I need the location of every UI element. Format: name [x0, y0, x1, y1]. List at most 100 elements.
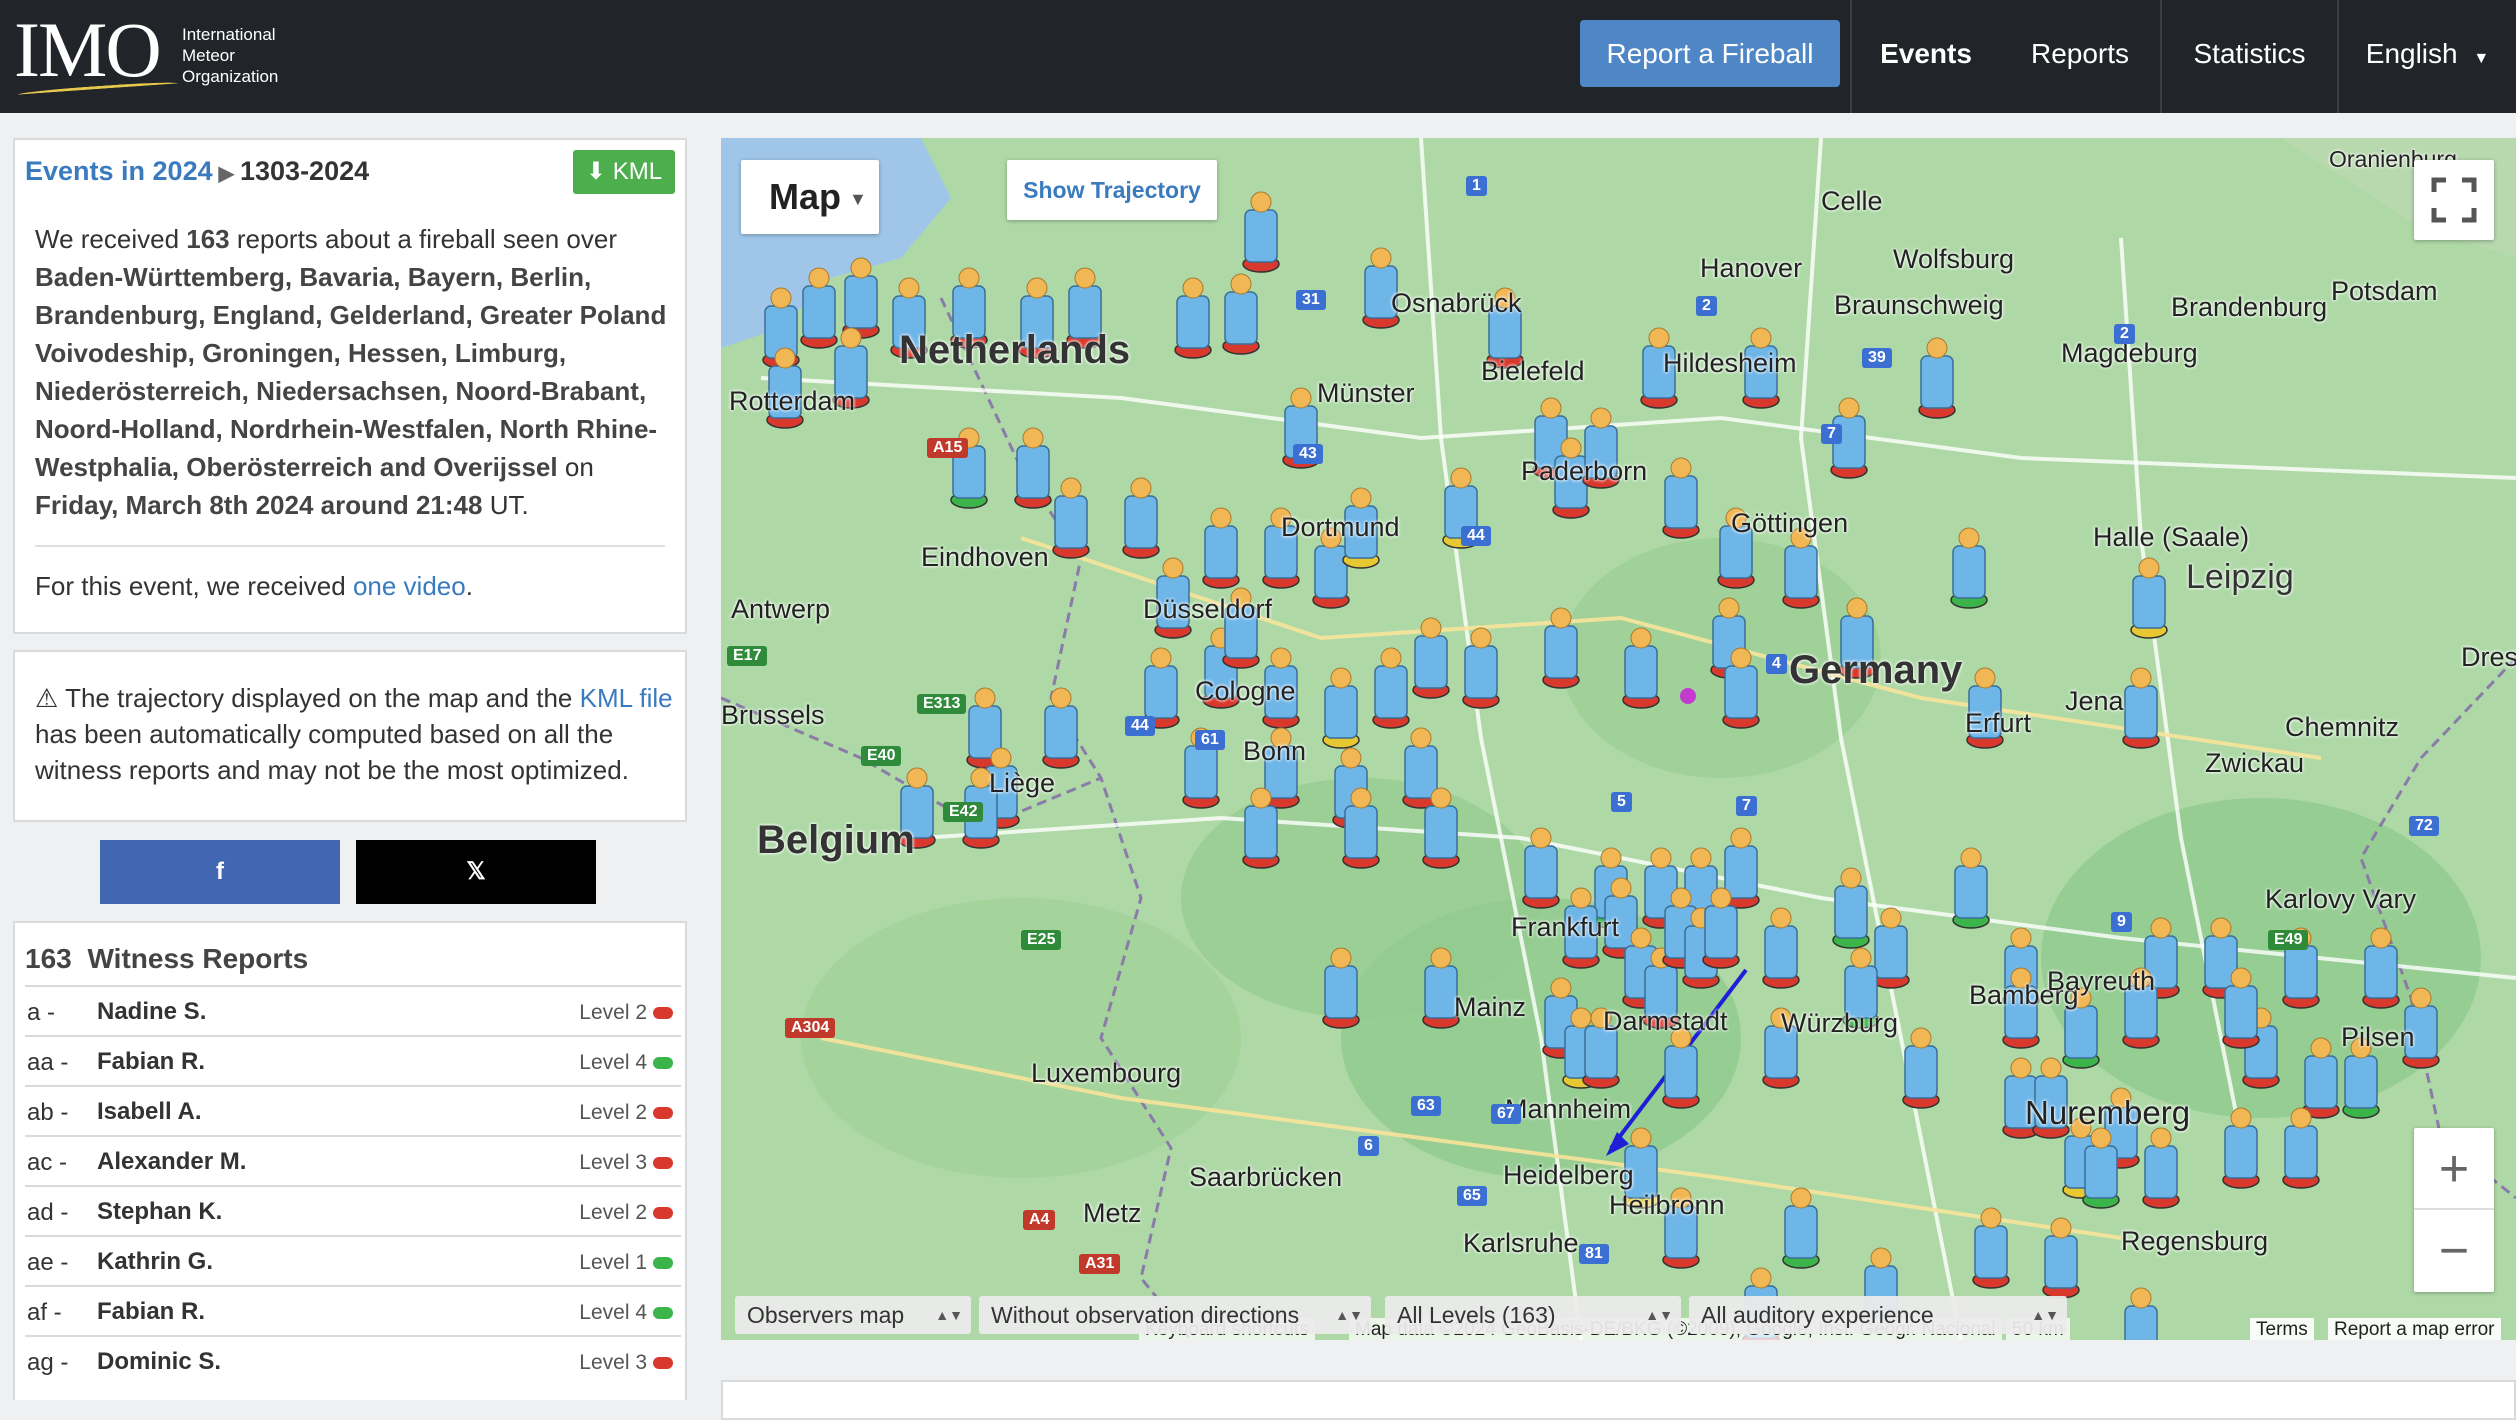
- x-share-button[interactable]: 𝕏: [356, 840, 596, 904]
- report-fireball-button[interactable]: Report a Fireball: [1580, 20, 1840, 87]
- road-shield: 67: [1491, 1104, 1521, 1124]
- observer-marker[interactable]: [1782, 1187, 1820, 1269]
- nav-statistics[interactable]: Statistics: [2162, 0, 2337, 113]
- observer-marker[interactable]: [1322, 667, 1360, 749]
- road-shield: E49: [2268, 930, 2309, 950]
- warning-text-part: The trajectory displayed on the map and …: [65, 683, 573, 713]
- observer-marker[interactable]: [2130, 557, 2168, 639]
- terms-link[interactable]: Terms: [2250, 1318, 2314, 1340]
- witness-row[interactable]: ab - Isabell A. Level 2: [25, 1085, 681, 1135]
- level-indicator-icon: [653, 1357, 673, 1369]
- observer-marker[interactable]: [1918, 337, 1956, 419]
- breadcrumb-events-link[interactable]: Events in 2024: [25, 156, 213, 186]
- zoom-in-button[interactable]: +: [2414, 1128, 2494, 1210]
- levels-select[interactable]: All Levels (163) ▲▼: [1385, 1296, 1681, 1334]
- witness-row[interactable]: ac - Alexander M. Level 3: [25, 1135, 681, 1185]
- fullscreen-button[interactable]: [2414, 160, 2494, 240]
- witness-id: ad -: [27, 1199, 69, 1226]
- map-label-city: Dortmund: [1281, 512, 1400, 542]
- map-label-city: Braunschweig: [1834, 290, 2004, 320]
- map-label-city: Nuremberg: [2025, 1094, 2191, 1131]
- map-label-city: Luxembourg: [1031, 1058, 1182, 1088]
- witness-id: ac -: [27, 1149, 68, 1176]
- map-label-city: Potsdam: [2331, 276, 2438, 306]
- show-trajectory-button[interactable]: Show Trajectory: [1007, 160, 1217, 220]
- witness-row[interactable]: ag - Dominic S. Level 3: [25, 1335, 681, 1385]
- select-value: Without observation directions: [991, 1302, 1300, 1328]
- witness-id: af -: [27, 1299, 62, 1326]
- region-list: Baden-Württemberg, Bavaria, Bayern, Berl…: [35, 262, 667, 482]
- caret-down-icon: ▼: [849, 189, 867, 210]
- map-label-city: Pilsen: [2341, 1022, 2415, 1052]
- level-indicator-icon: [653, 1257, 673, 1269]
- witness-level: Level 4: [579, 1051, 647, 1074]
- observer-marker[interactable]: [2122, 667, 2160, 749]
- road-shield: 7: [1821, 424, 1842, 444]
- nav-reports[interactable]: Reports: [2000, 0, 2160, 113]
- trajectory-warning-panel: ⚠ The trajectory displayed on the map an…: [13, 650, 687, 822]
- observer-marker[interactable]: [1222, 273, 1260, 355]
- witness-name: Isabell A.: [97, 1098, 202, 1125]
- witness-row[interactable]: af - Fabian R. Level 4: [25, 1285, 681, 1335]
- witness-row[interactable]: aa - Fabian R. Level 4: [25, 1035, 681, 1085]
- observer-marker[interactable]: [1832, 867, 1870, 949]
- observer-marker[interactable]: [1662, 457, 1700, 539]
- witness-row[interactable]: a - Nadine S. Level 2: [25, 985, 681, 1035]
- road-shield: 6: [1358, 1136, 1379, 1156]
- map-label-city: Hildesheim: [1663, 348, 1797, 378]
- observer-marker[interactable]: [1052, 477, 1090, 559]
- auditory-experience-select[interactable]: All auditory experience ▲▼: [1689, 1296, 2067, 1334]
- observers-map-select[interactable]: Observers map ▲▼: [735, 1296, 971, 1334]
- witness-row[interactable]: ae - Kathrin G. Level 1: [25, 1235, 681, 1285]
- observer-marker[interactable]: [1902, 1027, 1940, 1109]
- observation-directions-select[interactable]: Without observation directions ▲▼: [979, 1296, 1371, 1334]
- witness-level: Level 2: [579, 1001, 647, 1024]
- map-label-city: Erfurt: [1965, 708, 2032, 738]
- witness-row[interactable]: ad - Stephan K. Level 2: [25, 1185, 681, 1235]
- observer-marker[interactable]: [1762, 907, 1800, 989]
- observer-marker[interactable]: [2222, 1107, 2260, 1189]
- observer-marker[interactable]: [1174, 277, 1212, 359]
- road-shield: 4: [1766, 654, 1787, 674]
- observer-marker[interactable]: [2282, 1107, 2320, 1189]
- map-label-city: Düsseldorf: [1143, 594, 1273, 624]
- zoom-out-button[interactable]: −: [2414, 1210, 2494, 1292]
- map-label-city: Bonn: [1243, 736, 1307, 766]
- fireball-map[interactable]: Netherlands Rotterdam Münster Bielefeld …: [721, 138, 2516, 1340]
- select-arrows-icon: ▲▼: [1645, 1307, 1673, 1323]
- observer-marker[interactable]: [1242, 191, 1280, 273]
- observer-marker[interactable]: [1042, 687, 1080, 769]
- witness-id: a -: [27, 999, 56, 1026]
- report-count: 163: [186, 224, 230, 254]
- report-map-error-link[interactable]: Report a map error: [2328, 1318, 2501, 1340]
- language-dropdown[interactable]: English ▼: [2339, 0, 2516, 113]
- observer-marker[interactable]: [1372, 647, 1410, 729]
- facebook-share-button[interactable]: f: [100, 840, 340, 904]
- map-label-city: Hanover: [1700, 253, 1803, 283]
- select-value: All auditory experience: [1701, 1302, 1934, 1328]
- video-link[interactable]: one video: [353, 571, 466, 601]
- caret-down-icon: ▼: [2473, 50, 2490, 67]
- witness-count: 163: [25, 943, 72, 974]
- logo-sub-line: Organization: [182, 67, 279, 86]
- observer-marker[interactable]: [1014, 427, 1052, 509]
- kml-file-link[interactable]: KML file: [580, 683, 673, 713]
- map-label-city: Chemnitz: [2285, 712, 2400, 742]
- map-type-dropdown[interactable]: Map ▼: [741, 160, 879, 234]
- nav-events[interactable]: Events: [1852, 0, 2000, 113]
- kml-download-button[interactable]: ⬇ KML: [573, 150, 675, 194]
- observer-marker[interactable]: [1950, 527, 1988, 609]
- select-arrows-icon: ▲▼: [2031, 1307, 2059, 1323]
- road-shield: 61: [1195, 730, 1225, 750]
- observer-marker[interactable]: [1952, 847, 1990, 929]
- select-value: All Levels (163): [1397, 1302, 1556, 1328]
- observer-marker[interactable]: [1202, 507, 1240, 589]
- selected-observer-dot[interactable]: [1680, 688, 1696, 704]
- witness-name: Kathrin G.: [97, 1248, 214, 1275]
- observer-marker[interactable]: [2142, 1127, 2180, 1209]
- map-label-city: Mannheim: [1505, 1094, 1632, 1124]
- road-shield: 44: [1461, 526, 1491, 546]
- breadcrumb: Events in 2024 ▶ 1303-2024: [25, 156, 369, 187]
- next-panel: [721, 1380, 2516, 1420]
- observer-marker[interactable]: [1122, 477, 1160, 559]
